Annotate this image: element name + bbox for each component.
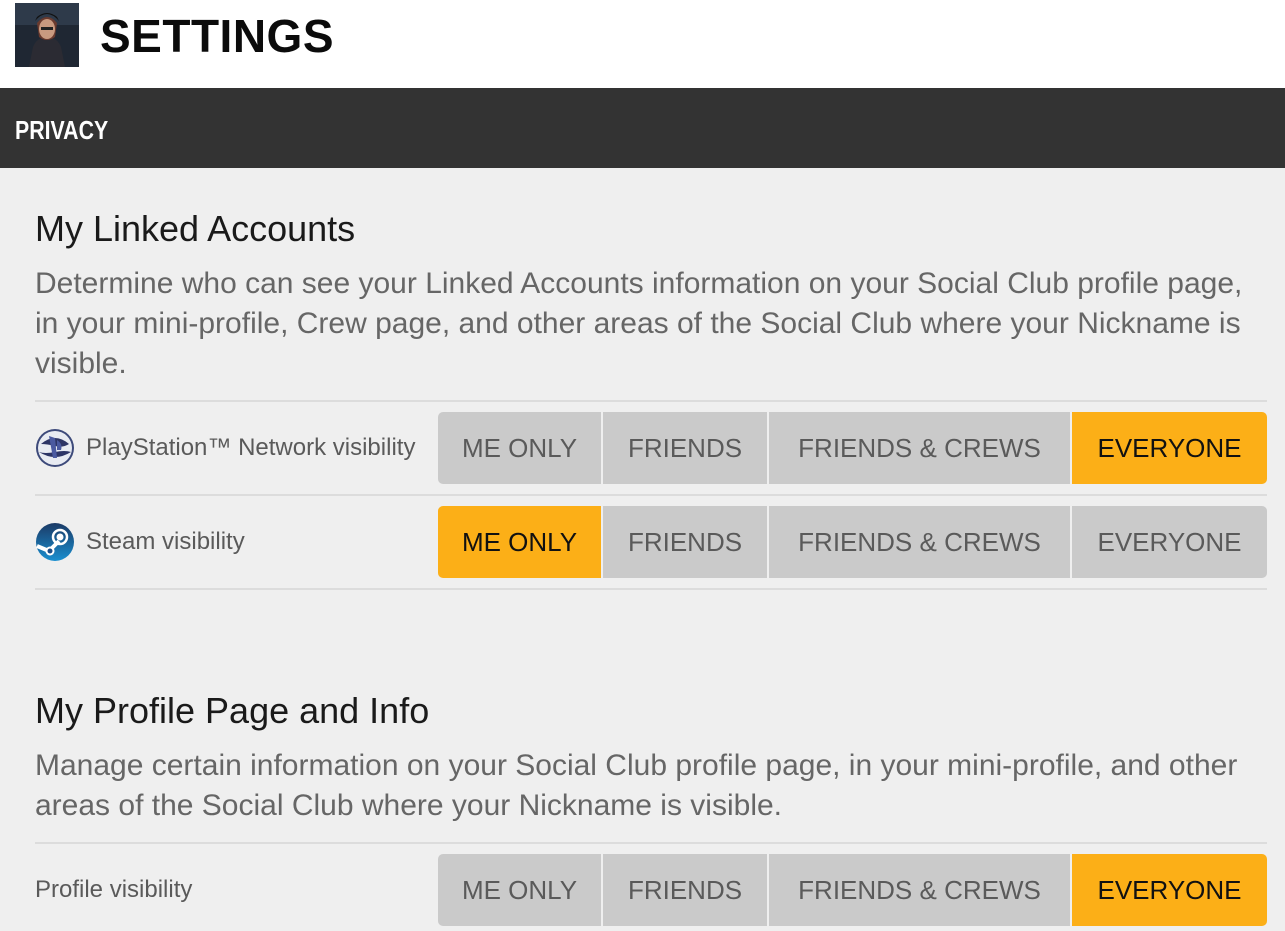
option-friends[interactable]: FRIENDS	[603, 506, 769, 578]
psn-visibility-label: PlayStation™ Network visibility	[35, 412, 415, 484]
option-me-only[interactable]: ME ONLY	[438, 506, 603, 578]
section-tab-bar: PRIVACY	[0, 88, 1285, 168]
divider	[35, 400, 1267, 402]
steam-visibility-label: Steam visibility	[35, 506, 245, 578]
linked-accounts-description: Determine who can see your Linked Accoun…	[35, 267, 1243, 380]
psn-visibility-selector: ME ONLY FRIENDS FRIENDS & CREWS EVERYONE	[438, 412, 1267, 484]
option-everyone[interactable]: EVERYONE	[1072, 854, 1267, 926]
profile-visibility-label: Profile visibility	[35, 854, 192, 926]
tab-privacy[interactable]: PRIVACY	[15, 116, 108, 144]
row-label-text: PlayStation™ Network visibility	[86, 434, 416, 461]
profile-visibility-selector: ME ONLY FRIENDS FRIENDS & CREWS EVERYONE	[438, 854, 1267, 926]
option-me-only[interactable]: ME ONLY	[438, 854, 603, 926]
profile-page-description: Manage certain information on your Socia…	[35, 749, 1238, 822]
linked-accounts-title: My Linked Accounts	[35, 208, 356, 249]
page-title: SETTINGS	[100, 10, 335, 62]
row-label-text: Profile visibility	[35, 876, 193, 903]
playstation-network-icon	[35, 428, 75, 468]
steam-visibility-selector: ME ONLY FRIENDS FRIENDS & CREWS EVERYONE	[438, 506, 1267, 578]
page-header: SETTINGS	[0, 0, 1285, 88]
option-me-only[interactable]: ME ONLY	[438, 412, 603, 484]
profile-page-title: My Profile Page and Info	[35, 690, 430, 731]
divider	[35, 842, 1267, 844]
option-friends-crews[interactable]: FRIENDS & CREWS	[769, 412, 1072, 484]
privacy-content: My Linked Accounts Determine who can see…	[0, 168, 1285, 931]
option-friends-crews[interactable]: FRIENDS & CREWS	[769, 854, 1072, 926]
divider	[35, 588, 1267, 590]
option-friends-crews[interactable]: FRIENDS & CREWS	[769, 506, 1072, 578]
option-friends[interactable]: FRIENDS	[603, 854, 769, 926]
option-everyone[interactable]: EVERYONE	[1072, 506, 1267, 578]
avatar[interactable]	[15, 3, 79, 67]
row-label-text: Steam visibility	[86, 528, 245, 555]
option-everyone[interactable]: EVERYONE	[1072, 412, 1267, 484]
option-friends[interactable]: FRIENDS	[603, 412, 769, 484]
divider	[35, 494, 1267, 496]
steam-icon	[35, 522, 75, 562]
